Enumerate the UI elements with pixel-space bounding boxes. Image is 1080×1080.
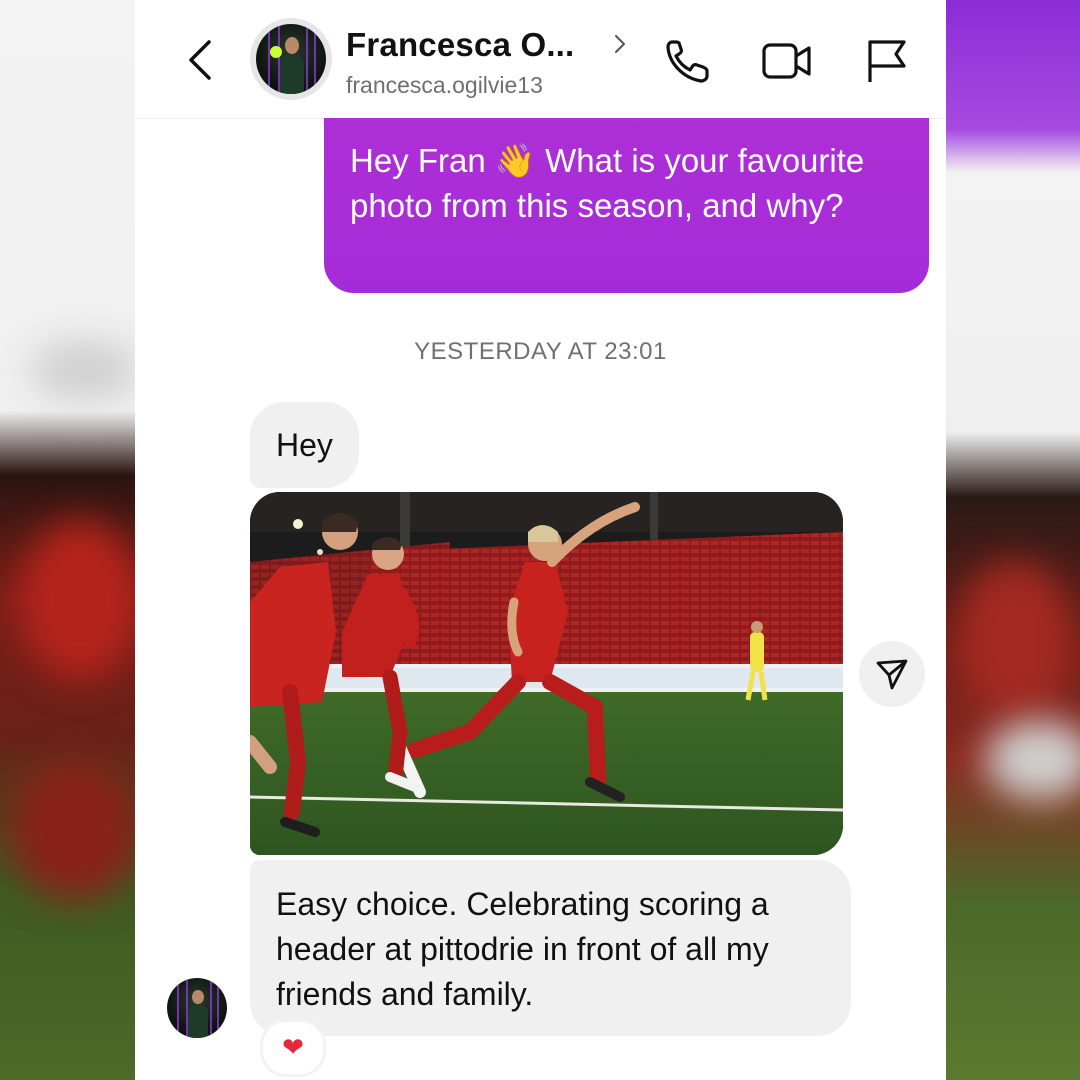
audio-call-button[interactable] <box>663 36 713 86</box>
video-camera-icon <box>762 43 811 79</box>
heart-reaction[interactable]: ❤ <box>260 1019 326 1077</box>
send-icon <box>876 659 908 690</box>
back-icon <box>189 40 211 80</box>
contact-username: francesca.ogilvie13 <box>346 72 543 98</box>
video-call-button[interactable] <box>762 36 812 86</box>
share-button[interactable] <box>859 641 925 707</box>
back-button[interactable] <box>179 36 219 84</box>
chevron-right-icon[interactable] <box>612 32 628 56</box>
phone-icon <box>666 40 709 83</box>
photo-message[interactable] <box>250 492 843 855</box>
incoming-reply-bubble[interactable]: Easy choice. Celebrating scoring a heade… <box>250 860 851 1036</box>
football-celebration-photo <box>250 492 843 855</box>
heart-icon: ❤ <box>282 1033 304 1063</box>
message-timestamp: YESTERDAY AT 23:01 <box>414 338 667 365</box>
outgoing-message-bubble[interactable]: Hey Fran 👋 What is your favourite photo … <box>324 118 929 293</box>
contact-avatar[interactable] <box>250 18 332 100</box>
chat-screen: Francesca O... francesca.ogilvie13 Hey F… <box>135 0 946 1080</box>
chat-header: Francesca O... francesca.ogilvie13 <box>135 0 946 119</box>
flag-icon <box>868 40 906 82</box>
avatar-image <box>256 24 326 94</box>
contact-name[interactable]: Francesca O... <box>346 26 574 64</box>
report-button[interactable] <box>862 36 912 86</box>
incoming-message-text: Hey <box>276 427 333 463</box>
outgoing-message-text: Hey Fran 👋 What is your favourite photo … <box>350 142 865 224</box>
sender-avatar[interactable] <box>167 978 227 1038</box>
incoming-message-bubble[interactable]: Hey <box>250 402 359 488</box>
blurred-backdrop-right <box>945 0 1080 1080</box>
blurred-backdrop-left <box>0 0 135 1080</box>
incoming-reply-text: Easy choice. Celebrating scoring a heade… <box>276 886 769 1012</box>
